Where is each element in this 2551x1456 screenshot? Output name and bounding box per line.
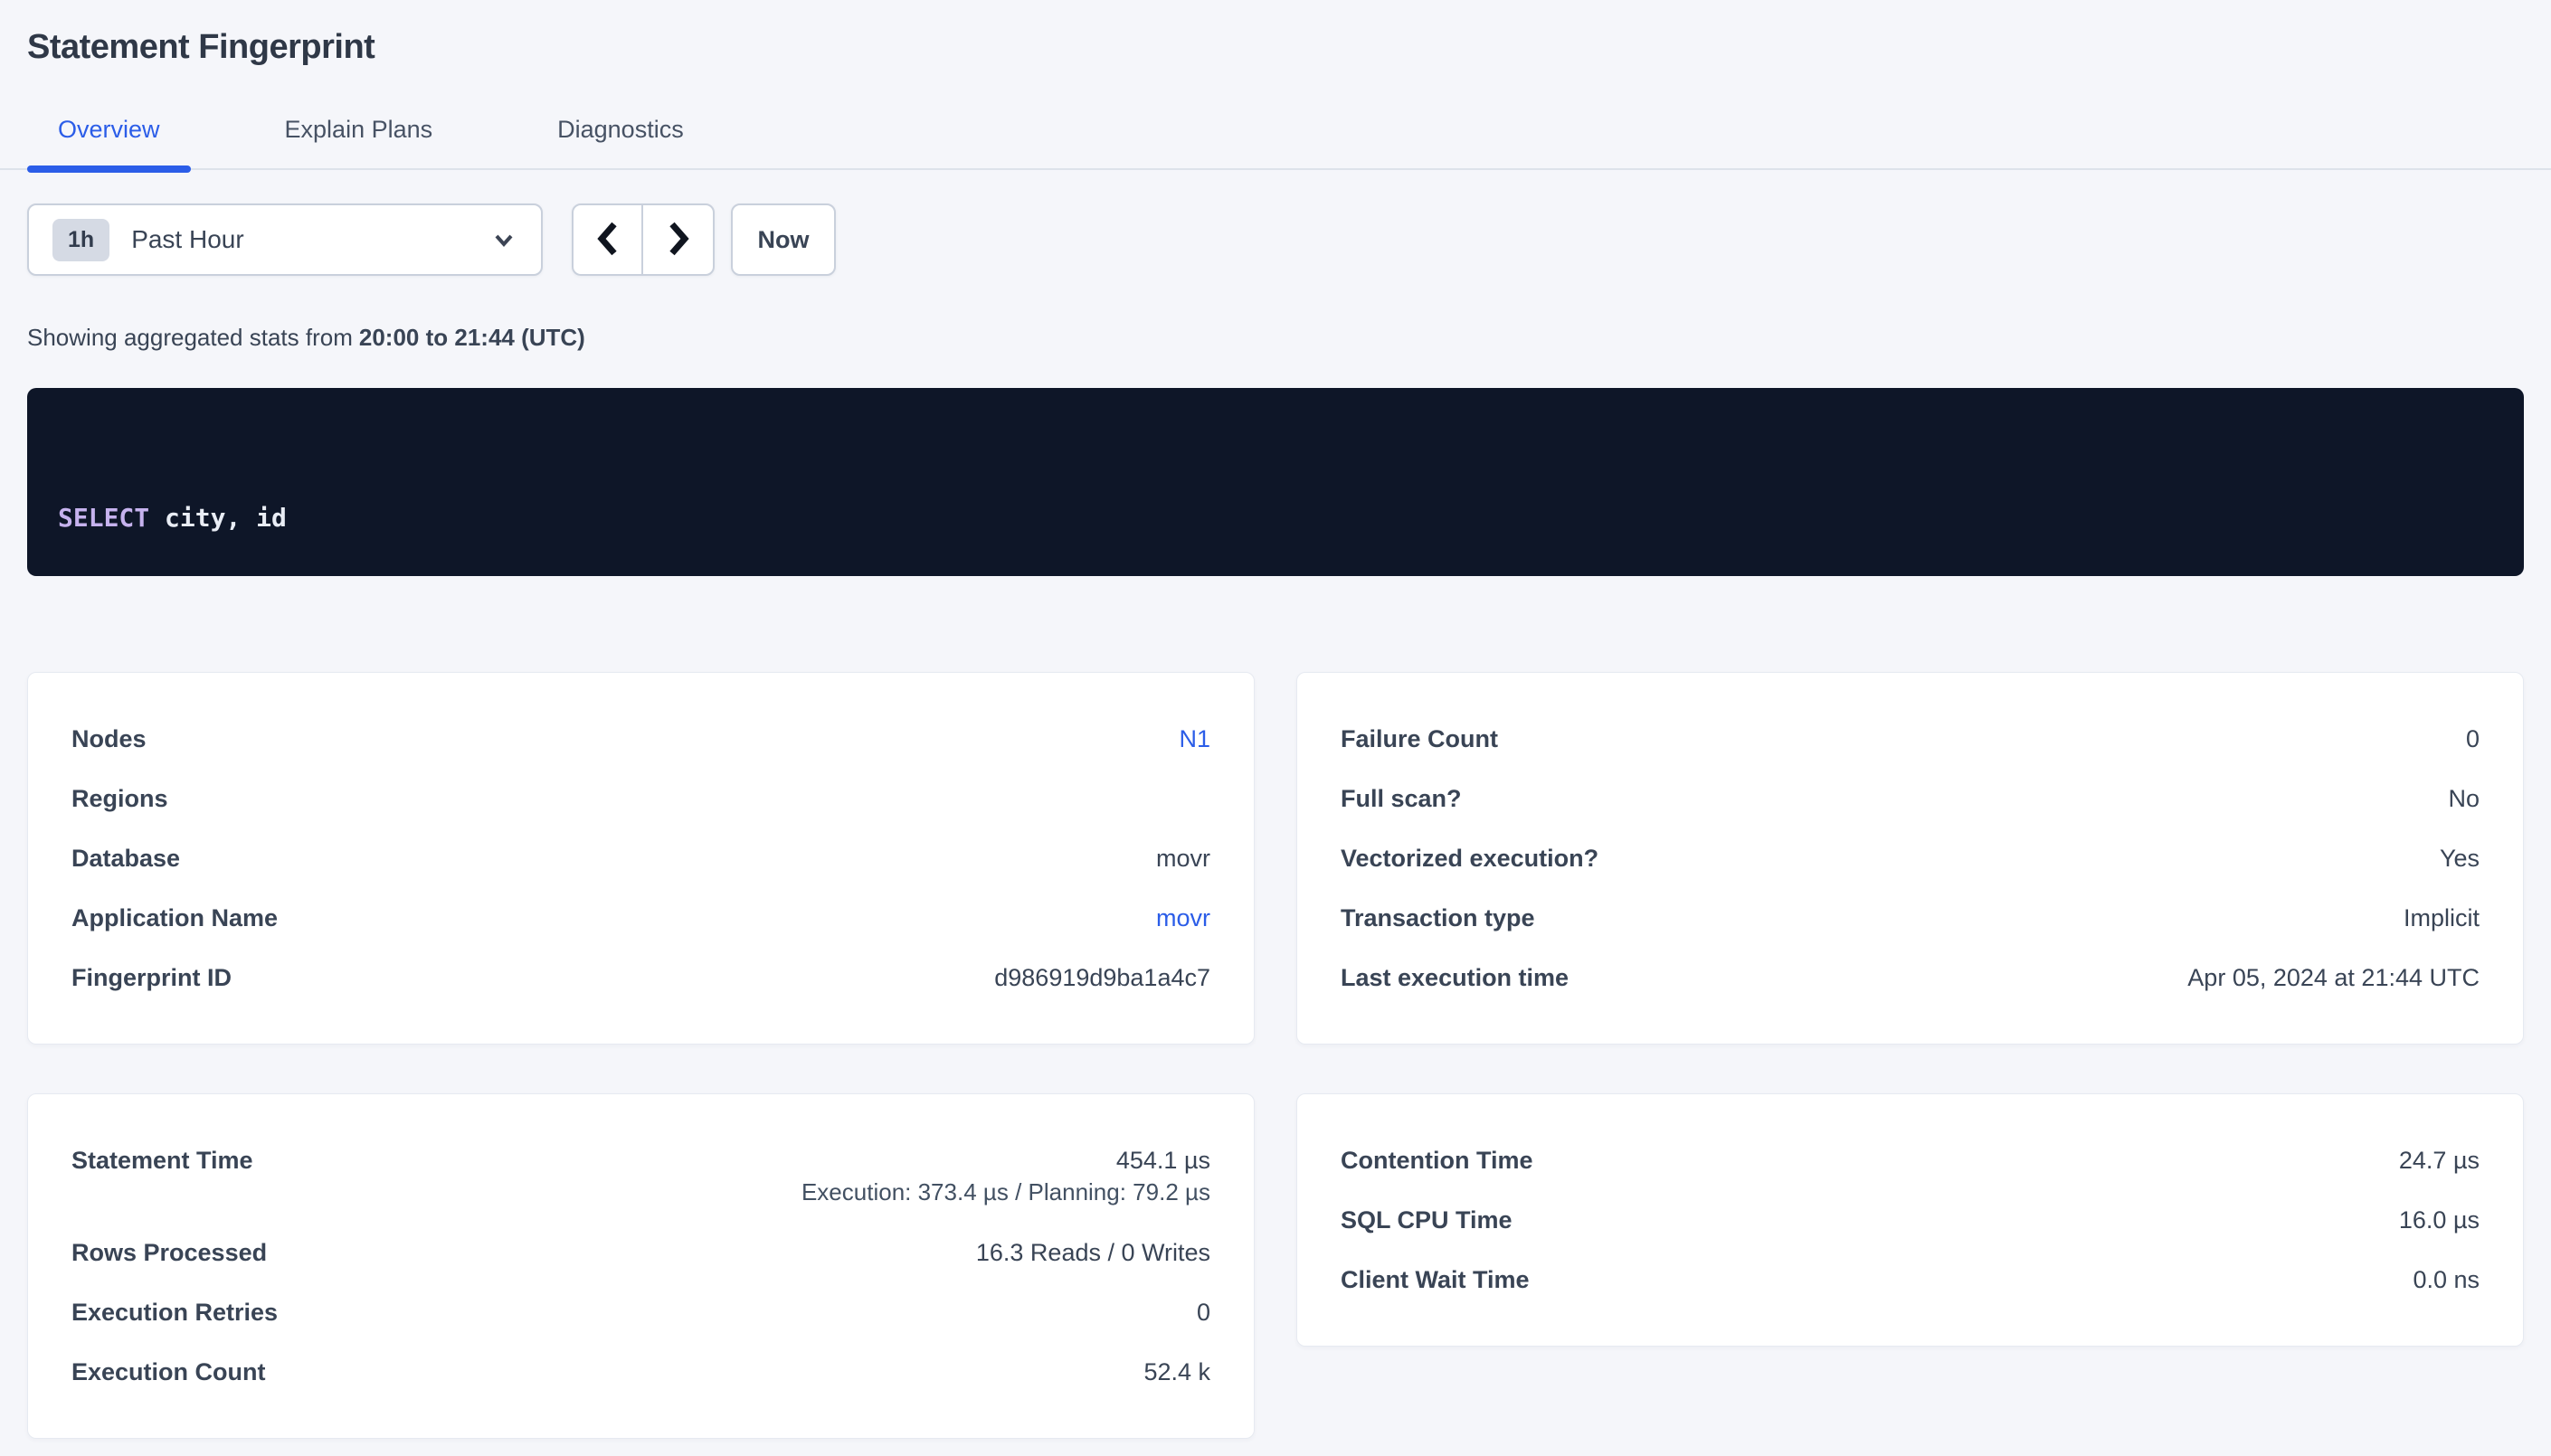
sql-keyword: SELECT [58, 503, 149, 533]
tab-bar: Overview Explain Plans Diagnostics [0, 114, 2551, 170]
row-value: d986919d9ba1a4c7 [994, 962, 1210, 993]
table-row: Rows Processed 16.3 Reads / 0 Writes [71, 1223, 1210, 1282]
row-value: No [2448, 783, 2480, 814]
row-value: 454.1 µs [1116, 1145, 1210, 1176]
tab-overview-label: Overview [58, 116, 160, 143]
row-label: Vectorized execution? [1341, 843, 1598, 874]
table-row: Execution Retries 0 [71, 1282, 1210, 1342]
sql-statement-box: SELECT city, id FROM vehicles WHERE city… [27, 388, 2524, 576]
tab-diagnostics-label: Diagnostics [557, 116, 684, 143]
row-label: Nodes [71, 723, 147, 754]
row-label: Client Wait Time [1341, 1264, 1530, 1295]
row-value: 24.7 µs [2399, 1145, 2480, 1176]
chevron-left-icon [592, 219, 624, 261]
summary-cards-grid: Nodes N1 Regions Database movr Applicati… [27, 672, 2524, 1439]
table-row: Database movr [71, 828, 1210, 888]
timing-card-right: Contention Time 24.7 µs SQL CPU Time 16.… [1296, 1093, 2524, 1347]
time-range-label: Past Hour [131, 225, 244, 254]
row-label: Database [71, 843, 180, 874]
row-label: Regions [71, 783, 168, 814]
aggregated-stats-caption: Showing aggregated stats from20:00 to 21… [27, 323, 2524, 352]
time-pager [572, 203, 715, 276]
time-controls: 1h Past Hour Now [27, 203, 2524, 276]
table-row: Regions [71, 769, 1210, 828]
row-label: Fingerprint ID [71, 962, 232, 993]
time-interval-badge: 1h [52, 219, 109, 261]
table-row: Client Wait Time 0.0 ns [1341, 1250, 2480, 1309]
row-value: 16.3 Reads / 0 Writes [976, 1237, 1210, 1268]
chevron-right-icon [662, 219, 695, 261]
table-row: Failure Count 0 [1341, 709, 2480, 769]
summary-card-left: Nodes N1 Regions Database movr Applicati… [27, 672, 1255, 1045]
row-label: Contention Time [1341, 1145, 1533, 1176]
row-subvalue: Execution: 373.4 µs / Planning: 79.2 µs [801, 1176, 1210, 1208]
table-row: Execution Count 52.4 k [71, 1342, 1210, 1402]
sql-line: SELECT city, id [58, 498, 2493, 537]
row-label: Application Name [71, 903, 278, 933]
tab-explain-plans[interactable]: Explain Plans [254, 114, 464, 168]
row-value: 16.0 µs [2399, 1205, 2480, 1235]
row-label: Last execution time [1341, 962, 1569, 993]
next-interval-button[interactable] [643, 205, 713, 274]
application-name-link[interactable]: movr [1156, 903, 1210, 933]
table-row: Contention Time 24.7 µs [1341, 1130, 2480, 1190]
row-value: movr [1156, 843, 1210, 874]
caption-time-range: 20:00 to 21:44 (UTC) [359, 324, 585, 351]
caption-prefix: Showing aggregated stats from [27, 324, 353, 351]
time-range-select[interactable]: 1h Past Hour [27, 203, 543, 276]
row-label: Transaction type [1341, 903, 1535, 933]
row-label: Execution Retries [71, 1297, 278, 1328]
row-value: Apr 05, 2024 at 21:44 UTC [2187, 962, 2480, 993]
row-label: SQL CPU Time [1341, 1205, 1513, 1235]
statement-fingerprint-page: Statement Fingerprint Overview Explain P… [0, 0, 2551, 1456]
tab-overview[interactable]: Overview [27, 114, 191, 168]
now-button-label: Now [758, 226, 810, 254]
row-value: Yes [2440, 843, 2480, 874]
row-value: 0 [2466, 723, 2480, 754]
row-value: 52.4 k [1143, 1357, 1210, 1387]
page-title: Statement Fingerprint [27, 24, 2524, 71]
nodes-link[interactable]: N1 [1179, 723, 1210, 754]
table-row: SQL CPU Time 16.0 µs [1341, 1190, 2480, 1250]
row-value: 0 [1197, 1297, 1210, 1328]
sql-text: city, id [149, 503, 287, 533]
table-row: Application Name movr [71, 888, 1210, 948]
tab-explain-plans-label: Explain Plans [285, 116, 433, 143]
chevron-down-icon [490, 226, 517, 253]
table-row: Vectorized execution? Yes [1341, 828, 2480, 888]
table-row: Full scan? No [1341, 769, 2480, 828]
table-row: Last execution time Apr 05, 2024 at 21:4… [1341, 948, 2480, 1007]
tab-diagnostics[interactable]: Diagnostics [526, 114, 715, 168]
table-row: Transaction type Implicit [1341, 888, 2480, 948]
row-label: Full scan? [1341, 783, 1462, 814]
row-label: Failure Count [1341, 723, 1498, 754]
table-row: Statement Time 454.1 µs Execution: 373.4… [71, 1130, 1210, 1223]
row-label: Statement Time [71, 1145, 253, 1176]
table-row: Fingerprint ID d986919d9ba1a4c7 [71, 948, 1210, 1007]
row-value: 0.0 ns [2413, 1264, 2480, 1295]
row-value: Implicit [2404, 903, 2480, 933]
summary-card-right: Failure Count 0 Full scan? No Vectorized… [1296, 672, 2524, 1045]
active-tab-underline [27, 165, 191, 173]
row-label: Execution Count [71, 1357, 266, 1387]
previous-interval-button[interactable] [574, 205, 643, 274]
now-button[interactable]: Now [731, 203, 836, 276]
row-label: Rows Processed [71, 1237, 267, 1268]
timing-card-left: Statement Time 454.1 µs Execution: 373.4… [27, 1093, 1255, 1439]
table-row: Nodes N1 [71, 709, 1210, 769]
